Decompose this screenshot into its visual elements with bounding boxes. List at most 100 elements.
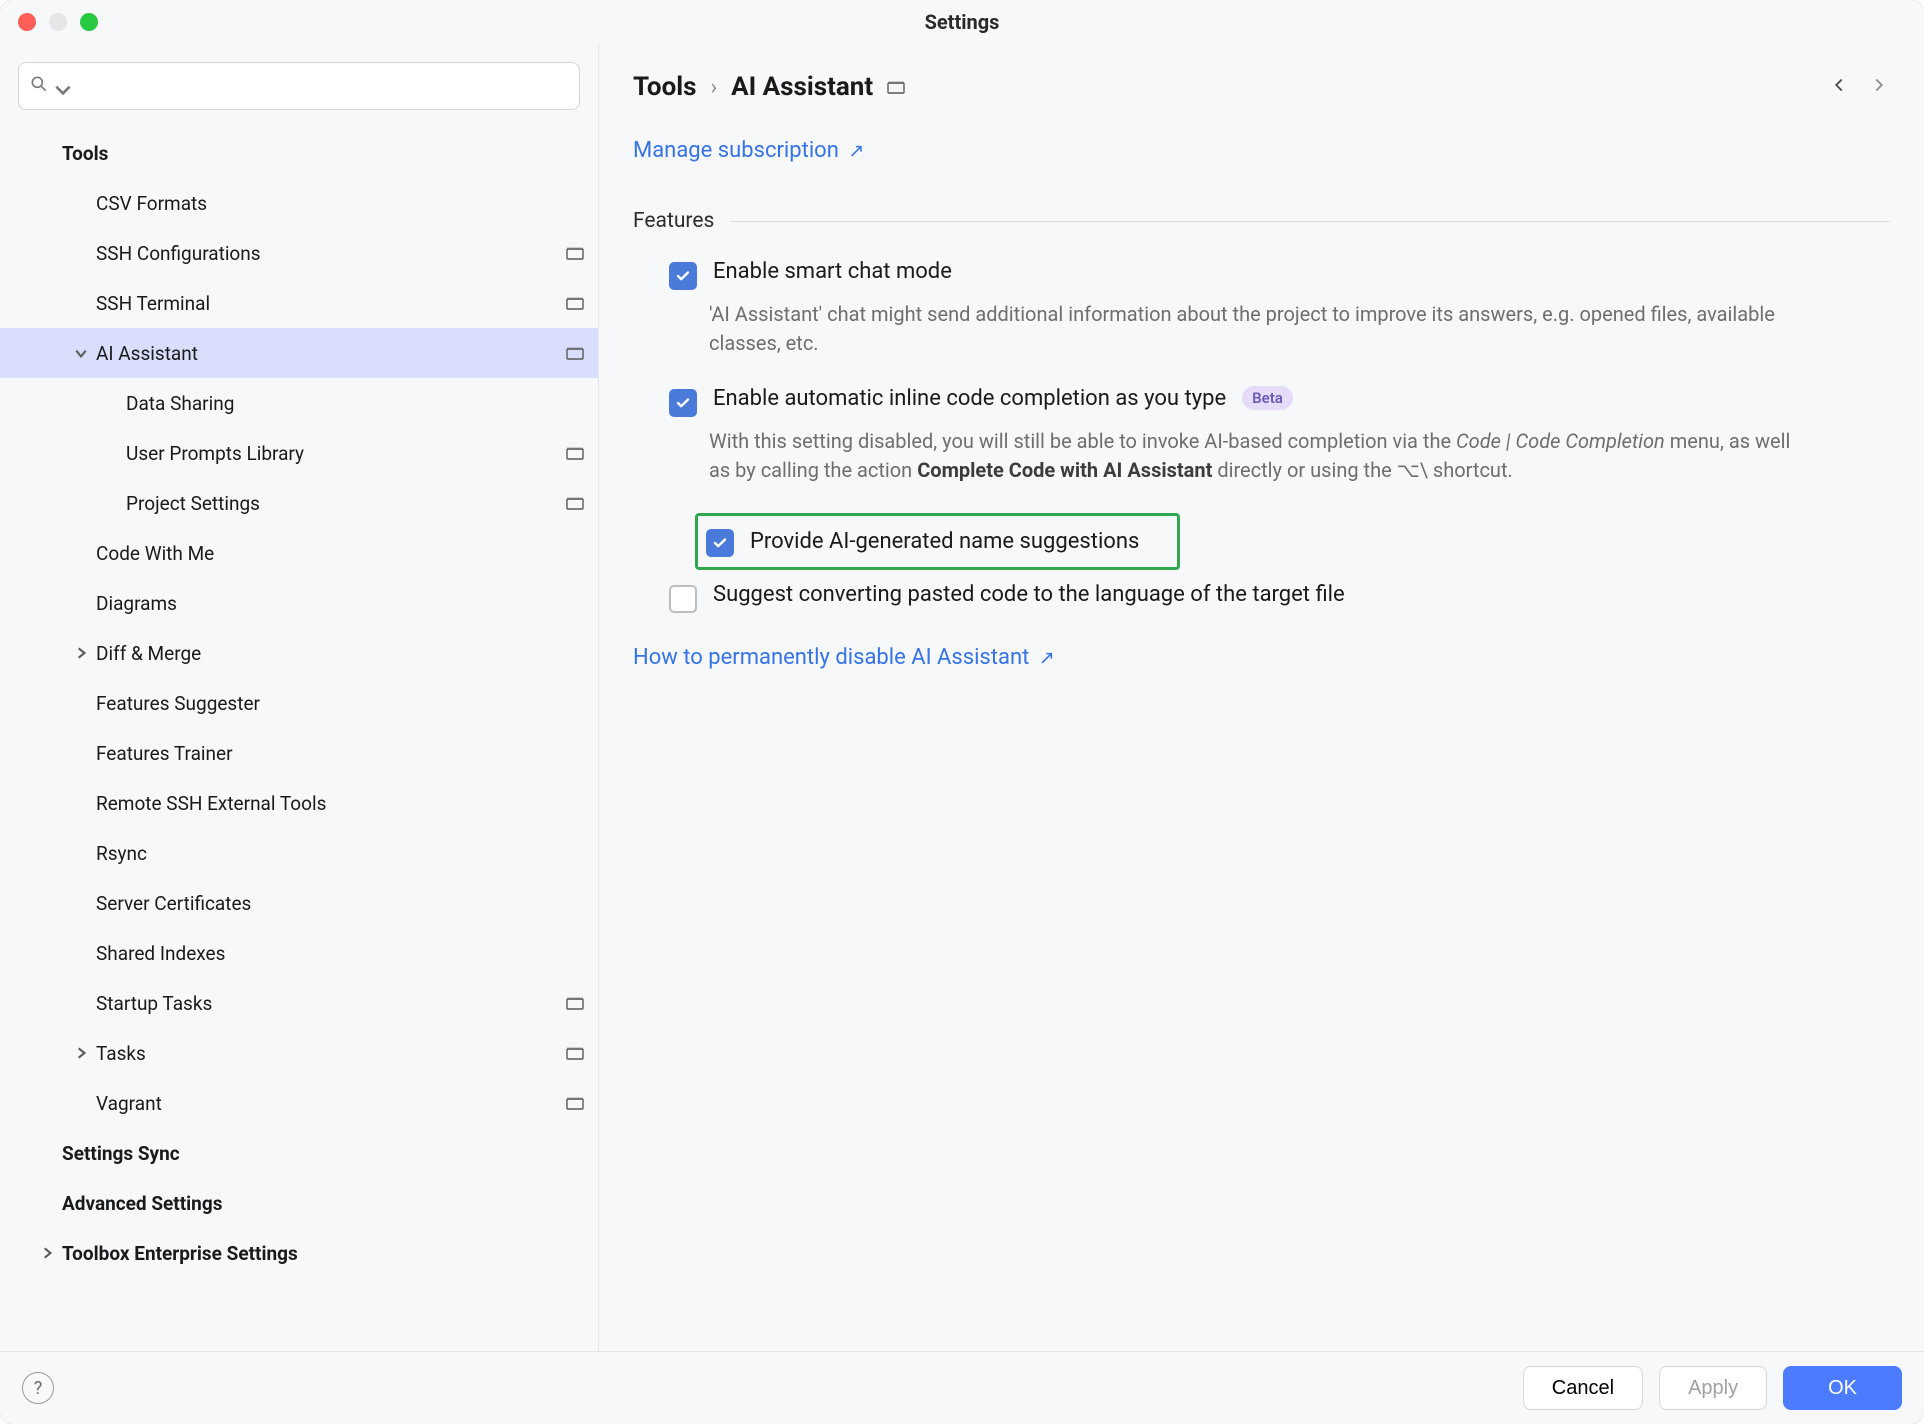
- apply-button: Apply: [1659, 1366, 1767, 1410]
- breadcrumb-separator: ›: [711, 75, 718, 100]
- search-input[interactable]: [69, 74, 569, 98]
- scope-icon: [566, 492, 584, 515]
- tree-group-tools[interactable]: Tools: [0, 128, 598, 178]
- tree-item-vagrant[interactable]: Vagrant: [0, 1078, 598, 1128]
- breadcrumb-parent[interactable]: Tools: [633, 72, 697, 102]
- feature-checkbox-3[interactable]: [669, 585, 697, 613]
- tree-group-toolbox-enterprise-settings[interactable]: Toolbox Enterprise Settings: [0, 1228, 598, 1278]
- feature-description: 'AI Assistant' chat might send additiona…: [709, 300, 1809, 358]
- feature-head: Enable smart chat mode: [669, 259, 1890, 290]
- tree-item-label: Diagrams: [96, 592, 584, 615]
- tree-item-diagrams[interactable]: Diagrams: [0, 578, 598, 628]
- nav-back-button[interactable]: [1828, 74, 1850, 101]
- tree-item-label: Vagrant: [96, 1092, 566, 1115]
- breadcrumb-current: AI Assistant: [731, 72, 873, 102]
- tree-item-remote-ssh-external-tools[interactable]: Remote SSH External Tools: [0, 778, 598, 828]
- chevron-right-icon[interactable]: [36, 1246, 58, 1260]
- features-section-label: Features: [633, 209, 714, 233]
- tree-group-advanced-settings[interactable]: Advanced Settings: [0, 1178, 598, 1228]
- keyboard-shortcut: ⌥\: [1397, 458, 1428, 482]
- tree-group-settings-sync[interactable]: Settings Sync: [0, 1128, 598, 1178]
- manage-subscription-row: Manage subscription ↗: [633, 138, 1890, 163]
- external-link-icon: ↗: [848, 139, 864, 162]
- tree-item-label: Startup Tasks: [96, 992, 566, 1015]
- tree-subitem-project-settings[interactable]: Project Settings: [0, 478, 598, 528]
- feature-row-1: Enable automatic inline code completion …: [633, 378, 1890, 505]
- feature-description: With this setting disabled, you will sti…: [709, 427, 1809, 485]
- disable-ai-link[interactable]: How to permanently disable AI Assistant …: [633, 645, 1055, 670]
- tree-item-label: Data Sharing: [126, 392, 584, 415]
- scope-icon: [566, 342, 584, 365]
- tree-item-label: SSH Terminal: [96, 292, 566, 315]
- feature-checkbox-1[interactable]: [669, 389, 697, 417]
- titlebar: Settings: [0, 0, 1924, 44]
- tree-item-label: Project Settings: [126, 492, 566, 515]
- tree-item-label: Tasks: [96, 1042, 566, 1065]
- minimize-window-button[interactable]: [49, 13, 67, 31]
- cancel-button[interactable]: Cancel: [1523, 1366, 1643, 1410]
- nav-forward-button: [1868, 74, 1890, 101]
- external-link-icon: ↗: [1039, 646, 1055, 669]
- ok-button[interactable]: OK: [1783, 1366, 1902, 1410]
- tree-item-label: Remote SSH External Tools: [96, 792, 584, 815]
- zoom-window-button[interactable]: [80, 13, 98, 31]
- tree-item-code-with-me[interactable]: Code With Me: [0, 528, 598, 578]
- scope-icon: [566, 292, 584, 315]
- history-nav: [1828, 74, 1890, 101]
- tree-item-label: SSH Configurations: [96, 242, 566, 265]
- window-body: Tools CSV Formats SSH Configurations SSH Te…: [0, 44, 1924, 1351]
- feature-checkbox-2[interactable]: [706, 529, 734, 557]
- close-window-button[interactable]: [18, 13, 36, 31]
- scope-icon: [566, 242, 584, 265]
- tree-item-startup-tasks[interactable]: Startup Tasks: [0, 978, 598, 1028]
- tree-item-ssh-terminal[interactable]: SSH Terminal: [0, 278, 598, 328]
- tree-item-features-trainer[interactable]: Features Trainer: [0, 728, 598, 778]
- feature-label: Provide AI-generated name suggestions: [750, 529, 1139, 554]
- chevron-down-icon[interactable]: [70, 346, 92, 360]
- feature-checkbox-0[interactable]: [669, 262, 697, 290]
- tree-item-label: Code With Me: [96, 542, 584, 565]
- scope-icon: [566, 442, 584, 465]
- tree-item-tasks[interactable]: Tasks: [0, 1028, 598, 1078]
- tree-item-rsync[interactable]: Rsync: [0, 828, 598, 878]
- divider: [730, 221, 1890, 222]
- features-list: Enable smart chat mode 'AI Assistant' cha…: [633, 251, 1890, 617]
- tree-item-shared-indexes[interactable]: Shared Indexes: [0, 928, 598, 978]
- tree-subitem-user-prompts-library[interactable]: User Prompts Library: [0, 428, 598, 478]
- tree-item-label: AI Assistant: [96, 342, 566, 365]
- tree-subitem-data-sharing[interactable]: Data Sharing: [0, 378, 598, 428]
- tree-item-label: Rsync: [96, 842, 584, 865]
- tree-item-server-certificates[interactable]: Server Certificates: [0, 878, 598, 928]
- feature-head: Suggest converting pasted code to the la…: [669, 582, 1890, 613]
- tree-item-ai-assistant[interactable]: AI Assistant: [0, 328, 598, 378]
- feature-label: Enable automatic inline code completion …: [713, 386, 1226, 411]
- tree-item-label: User Prompts Library: [126, 442, 566, 465]
- search-options-caret[interactable]: [53, 80, 65, 92]
- tree-item-label: Server Certificates: [96, 892, 584, 915]
- beta-badge: Beta: [1242, 386, 1293, 410]
- tree-item-diff-merge[interactable]: Diff & Merge: [0, 628, 598, 678]
- help-button[interactable]: ?: [22, 1372, 54, 1404]
- highlighted-feature: Provide AI-generated name suggestions: [695, 513, 1180, 570]
- tree-item-csv-formats[interactable]: CSV Formats: [0, 178, 598, 228]
- chevron-right-icon[interactable]: [70, 646, 92, 660]
- settings-window: Settings Tools CSV Formats SSH Configurati…: [0, 0, 1924, 1424]
- chevron-right-icon[interactable]: [70, 1046, 92, 1060]
- tree-item-ssh-configurations[interactable]: SSH Configurations: [0, 228, 598, 278]
- footer: ? Cancel Apply OK: [0, 1351, 1924, 1424]
- tree-item-features-suggester[interactable]: Features Suggester: [0, 678, 598, 728]
- feature-row-2: Provide AI-generated name suggestions: [633, 505, 1890, 574]
- tree-item-label: Diff & Merge: [96, 642, 584, 665]
- feature-row-0: Enable smart chat mode 'AI Assistant' cha…: [633, 251, 1890, 378]
- settings-tree[interactable]: Tools CSV Formats SSH Configurations SSH Te…: [0, 128, 598, 1278]
- manage-subscription-link[interactable]: Manage subscription ↗: [633, 138, 864, 163]
- settings-search[interactable]: [18, 62, 580, 110]
- tree-item-label: Shared Indexes: [96, 942, 584, 965]
- disable-link-row: How to permanently disable AI Assistant …: [633, 645, 1890, 670]
- scope-icon: [566, 992, 584, 1015]
- features-section-header: Features: [633, 209, 1890, 233]
- tree-item-label: Tools: [62, 142, 584, 165]
- window-controls: [18, 13, 98, 31]
- manage-subscription-label: Manage subscription: [633, 138, 839, 163]
- scope-icon: [887, 76, 905, 99]
